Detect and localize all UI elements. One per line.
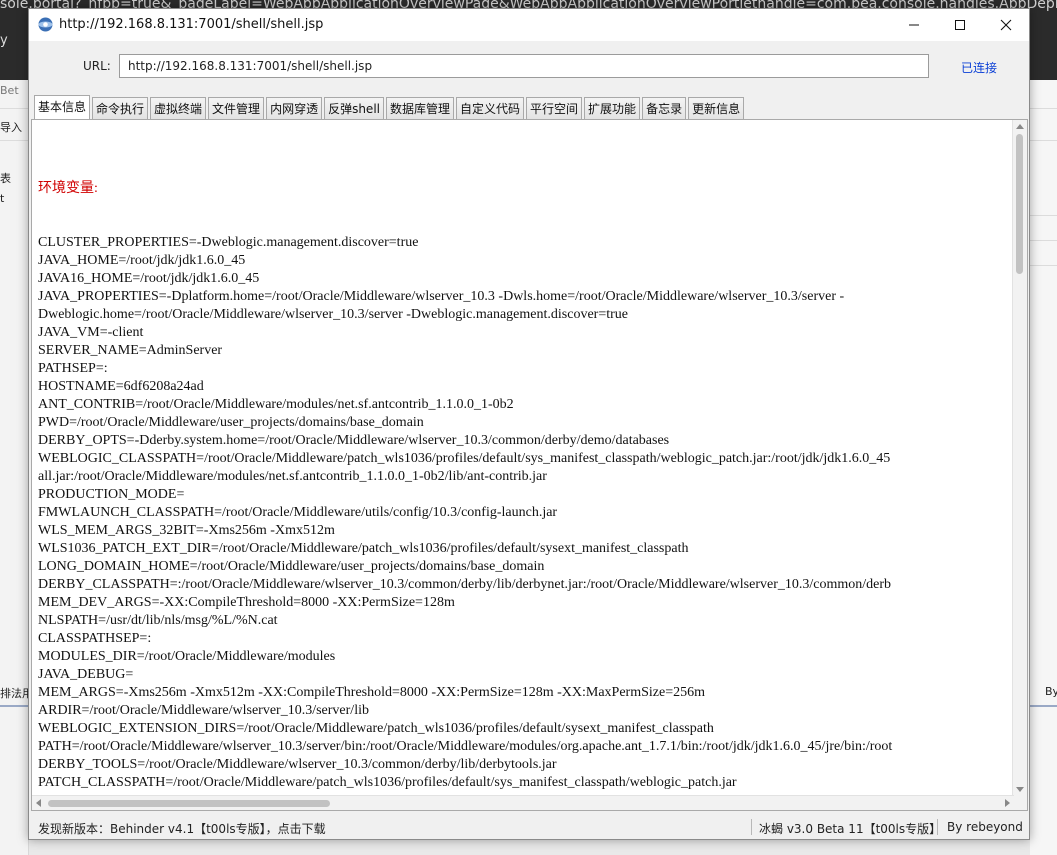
tab-custom-code[interactable]: 自定义代码	[456, 97, 525, 119]
app-logo-icon	[38, 17, 53, 32]
env-section-label: 环境变量:	[38, 181, 98, 196]
env-line: JAVA_VM=-client	[38, 325, 144, 340]
update-notice-link[interactable]: 发现新版本：Behinder v4.1【t00ls专版】，点击下载	[38, 820, 326, 837]
vertical-scrollbar[interactable]	[1012, 120, 1027, 796]
tab-intranet-tunnel[interactable]: 内网穿透	[266, 97, 323, 119]
env-line: WLS1036_PATCH_EXT_DIR=/root/Oracle/Middl…	[38, 541, 689, 556]
tab-virtual-terminal[interactable]: 虚拟终端	[150, 97, 207, 119]
background-snippet: y	[0, 33, 8, 48]
env-line: all.jar:/root/Oracle/Middleware/modules/…	[38, 469, 547, 484]
tab-bar: 基本信息 命令执行 虚拟终端 文件管理 内网穿透 反弹shell 数据库管理 自…	[34, 95, 746, 119]
connection-status-link[interactable]: 已连接	[961, 59, 997, 76]
close-icon	[1000, 19, 1012, 31]
scroll-down-arrow-icon[interactable]	[1016, 787, 1024, 792]
background-divider	[0, 705, 28, 707]
tab-extensions[interactable]: 扩展功能	[584, 97, 641, 119]
background-snippet: t	[0, 192, 5, 205]
background-snippet: 表	[0, 172, 11, 185]
background-divider	[1030, 705, 1057, 707]
tab-basic-info[interactable]: 基本信息	[34, 95, 91, 119]
background-divider	[1030, 265, 1057, 266]
url-row: URL: 已连接	[29, 49, 1029, 85]
vertical-scroll-thumb[interactable]	[1016, 134, 1023, 274]
close-button[interactable]	[983, 9, 1029, 41]
tab-file-manager[interactable]: 文件管理	[208, 97, 265, 119]
background-snippet: Bet	[0, 84, 19, 97]
env-line: MODULES_DIR=/root/Oracle/Middleware/modu…	[38, 649, 336, 664]
background-divider	[1030, 140, 1057, 141]
env-line: JAVA_PROPERTIES=-Dplatform.home=/root/Or…	[38, 289, 845, 304]
tab-database-manager[interactable]: 数据库管理	[386, 97, 455, 119]
scroll-right-arrow-icon[interactable]	[1005, 799, 1010, 807]
shell-dialog-window: http://192.168.8.131:7001/shell/shell.js…	[28, 8, 1030, 840]
maximize-button[interactable]	[937, 9, 983, 41]
env-line: PATH=/root/Oracle/Middleware/wlserver_10…	[38, 739, 893, 754]
env-line: PRODUCTION_MODE=	[38, 487, 185, 502]
env-line: JAVA16_HOME=/root/jdk/jdk1.6.0_45	[38, 271, 260, 286]
background-divider	[0, 140, 28, 141]
env-line: CLASSPATHSEP=:	[38, 631, 152, 646]
version-label: 冰蝎 v3.0 Beta 11【t00ls专版】	[759, 822, 942, 836]
tab-update-info[interactable]: 更新信息	[688, 97, 745, 119]
env-line: CLUSTER_PROPERTIES=-Dweblogic.management…	[38, 235, 419, 250]
env-line: PATHSEP=:	[38, 361, 108, 376]
env-line: WLS_MEM_ARGS_32BIT=-Xms256m -Xmx512m	[38, 523, 335, 538]
env-line: DERBY_OPTS=-Dderby.system.home=/root/Ora…	[38, 433, 670, 448]
env-line: Dweblogic.home=/root/Oracle/Middleware/w…	[38, 307, 628, 322]
title-bar[interactable]: http://192.168.8.131:7001/shell/shell.js…	[29, 9, 1029, 41]
background-divider	[1030, 108, 1057, 109]
status-divider	[751, 819, 752, 835]
window-title: http://192.168.8.131:7001/shell/shell.js…	[59, 17, 324, 32]
env-line: ANT_CONTRIB=/root/Oracle/Middleware/modu…	[38, 397, 514, 412]
minimize-icon	[909, 24, 919, 26]
background-snippet[interactable]: 导入	[0, 119, 22, 135]
background-snippet: By	[1045, 685, 1057, 698]
background-divider	[1030, 240, 1057, 241]
status-bar: 发现新版本：Behinder v4.1【t00ls专版】，点击下载 冰蝎 v3.…	[29, 815, 1029, 839]
horizontal-scroll-thumb[interactable]	[48, 800, 330, 807]
env-line: ARDIR=/root/Oracle/Middleware/wlserver_1…	[38, 703, 369, 718]
background-right-panel	[1030, 80, 1057, 855]
scroll-up-arrow-icon[interactable]	[1016, 124, 1024, 129]
env-line: DERBY_CLASSPATH=:/root/Oracle/Middleware…	[38, 577, 892, 592]
status-divider	[937, 819, 938, 835]
horizontal-scrollbar[interactable]	[32, 795, 1014, 810]
env-line: LONG_DOMAIN_HOME=/root/Oracle/Middleware…	[38, 559, 545, 574]
env-line: WEBLOGIC_EXTENSION_DIRS=/root/Oracle/Mid…	[38, 721, 714, 736]
env-line: CONFIG_JVM_ARGS=-Djava.security.egd=file…	[38, 810, 1016, 811]
env-line: SERVER_NAME=AdminServer	[38, 343, 223, 358]
env-line: WEBLOGIC_CLASSPATH=/root/Oracle/Middlewa…	[38, 451, 891, 466]
env-line: PATCH_CLASSPATH=/root/Oracle/Middleware/…	[38, 775, 737, 790]
env-line: MEM_ARGS=-Xms256m -Xmx512m -XX:CompileTh…	[38, 685, 705, 700]
url-label: URL:	[83, 59, 111, 73]
tab-reverse-shell[interactable]: 反弹shell	[324, 97, 384, 119]
env-line: HOSTNAME=6df6208a24ad	[38, 379, 204, 394]
background-left-panel	[0, 80, 29, 855]
tab-command-exec[interactable]: 命令执行	[92, 97, 149, 119]
env-line: DERBY_TOOLS=/root/Oracle/Middleware/wlse…	[38, 757, 557, 772]
background-divider	[1030, 215, 1057, 216]
tab-memo[interactable]: 备忘录	[642, 97, 687, 119]
basic-info-panel[interactable]: 环境变量: CLUSTER_PROPERTIES=-Dweblogic.mana…	[31, 119, 1028, 811]
env-line: PWD=/root/Oracle/Middleware/user_project…	[38, 415, 424, 430]
minimize-button[interactable]	[891, 9, 937, 41]
scrollbar-corner	[1013, 796, 1027, 810]
maximize-icon	[955, 20, 965, 30]
env-line: JAVA_DEBUG=	[38, 667, 134, 682]
env-line: MEM_DEV_ARGS=-XX:CompileThreshold=8000 -…	[38, 595, 455, 610]
url-input[interactable]	[119, 54, 929, 78]
tab-parallel-space[interactable]: 平行空间	[526, 97, 583, 119]
author-label: By rebeyond	[947, 820, 1023, 834]
env-line: FMWLAUNCH_CLASSPATH=/root/Oracle/Middlew…	[38, 505, 558, 520]
scroll-left-arrow-icon[interactable]	[36, 799, 41, 807]
environment-variables-text[interactable]: 环境变量: CLUSTER_PROPERTIES=-Dweblogic.mana…	[38, 144, 1016, 811]
background-divider	[0, 108, 28, 109]
env-line: JAVA_HOME=/root/jdk/jdk1.6.0_45	[38, 253, 246, 268]
env-line: NLSPATH=/usr/dt/lib/nls/msg/%L/%N.cat	[38, 613, 278, 628]
